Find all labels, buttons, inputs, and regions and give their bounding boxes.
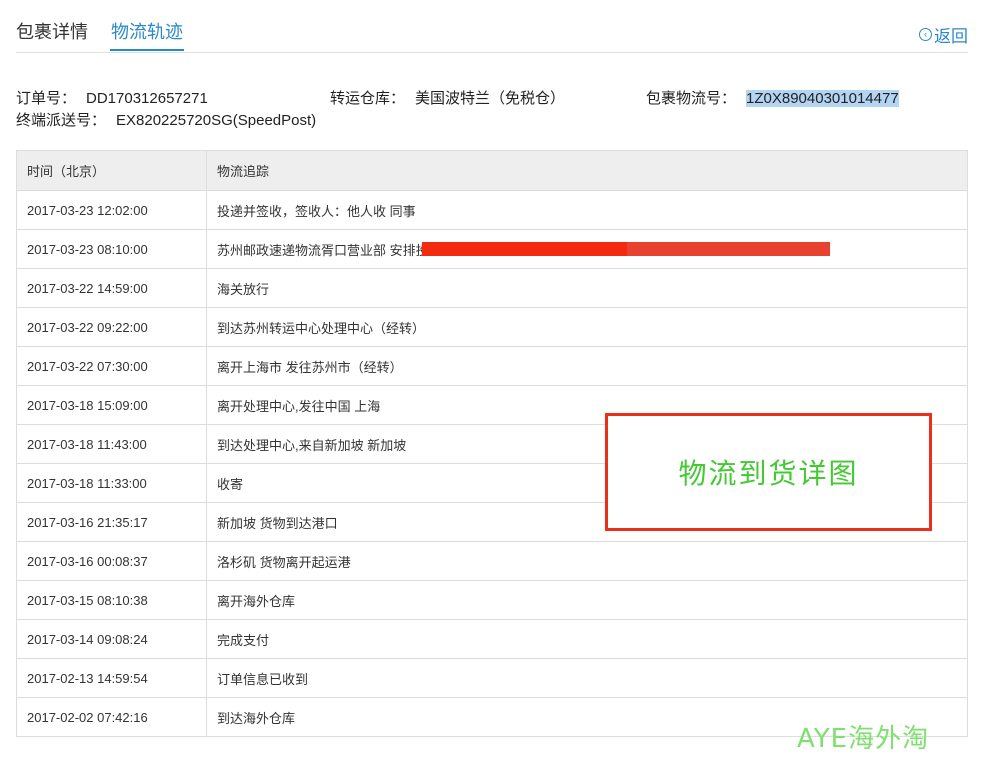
warehouse-value: 美国波特兰（免税仓） [415,90,566,107]
delivery-number-label: 终端派送号： [16,112,107,129]
row-event: 离开上海市 发往苏州市（经转） [206,346,968,386]
back-arrow-icon: ‹ [919,28,932,41]
row-time: 2017-03-18 11:33:00 [16,463,207,503]
parcel-number-field: 包裹物流号： 1Z0X89040301014477 [646,87,899,108]
back-button[interactable]: ‹ 返回 [919,22,968,47]
row-event: 海关放行 [206,268,968,308]
delivery-number-field: 终端派送号： EX820225720SG(SpeedPost) [16,109,316,130]
row-event: 到达苏州转运中心处理中心（经转） [206,307,968,347]
tab-bar: 包裹详情 物流轨迹 ‹ 返回 [16,14,968,53]
row-event: 完成支付 [206,619,968,659]
order-number-field: 订单号： DD170312657271 [16,87,208,108]
watermark: AYE海外淘 [797,724,930,754]
tab-logistics-tracking[interactable]: 物流轨迹 [110,20,184,51]
table-row: 2017-03-15 08:10:38 离开海外仓库 [16,580,968,620]
row-event: 离开海外仓库 [206,580,968,620]
row-time: 2017-03-23 12:02:00 [16,190,207,230]
tracking-column-header: 物流追踪 [206,150,968,191]
table-row: 2017-03-22 14:59:00 海关放行 [16,268,968,308]
annotation-callout-box: 物流到货详图 [605,413,932,531]
row-time: 2017-03-22 07:30:00 [16,346,207,386]
delivery-number-value: EX820225720SG(SpeedPost) [116,112,317,129]
row-time: 2017-03-14 09:08:24 [16,619,207,659]
table-row: 2017-03-16 00:08:37 洛杉矶 货物离开起运港 [16,541,968,581]
row-time: 2017-03-23 08:10:00 [16,229,207,269]
parcel-number-label: 包裹物流号： [646,90,737,107]
warehouse-label: 转运仓库： [330,90,406,107]
table-header-row: 时间（北京） 物流追踪 [16,150,968,191]
row-time: 2017-02-02 07:42:16 [16,697,207,737]
order-number-value: DD170312657271 [86,90,208,107]
row-event: 投递并签收，签收人：他人收 同事 [206,190,968,230]
row-time: 2017-03-22 09:22:00 [16,307,207,347]
warehouse-field: 转运仓库： 美国波特兰（免税仓） [330,87,565,108]
parcel-number-value[interactable]: 1Z0X89040301014477 [746,90,899,107]
table-row: 2017-03-23 12:02:00 投递并签收，签收人：他人收 同事 [16,190,968,230]
row-time: 2017-03-15 08:10:38 [16,580,207,620]
annotation-text: 物流到货详图 [678,457,859,490]
row-time: 2017-03-16 00:08:37 [16,541,207,581]
row-time: 2017-02-13 14:59:54 [16,658,207,698]
table-row: 2017-03-22 09:22:00 到达苏州转运中心处理中心（经转） [16,307,968,347]
row-event: 订单信息已收到 [206,658,968,698]
row-time: 2017-03-18 15:09:00 [16,385,207,425]
order-number-label: 订单号： [16,90,77,107]
row-time: 2017-03-22 14:59:00 [16,268,207,308]
time-column-header: 时间（北京） [16,150,207,191]
table-row: 2017-03-22 07:30:00 离开上海市 发往苏州市（经转） [16,346,968,386]
redaction-bar [422,242,830,256]
back-label: 返回 [934,27,968,46]
row-time: 2017-03-16 21:35:17 [16,502,207,542]
table-row: 2017-02-13 14:59:54 订单信息已收到 [16,658,968,698]
row-time: 2017-03-18 11:43:00 [16,424,207,464]
tab-parcel-details[interactable]: 包裹详情 [16,20,88,51]
row-event: 洛杉矶 货物离开起运港 [206,541,968,581]
table-row: 2017-03-14 09:08:24 完成支付 [16,619,968,659]
